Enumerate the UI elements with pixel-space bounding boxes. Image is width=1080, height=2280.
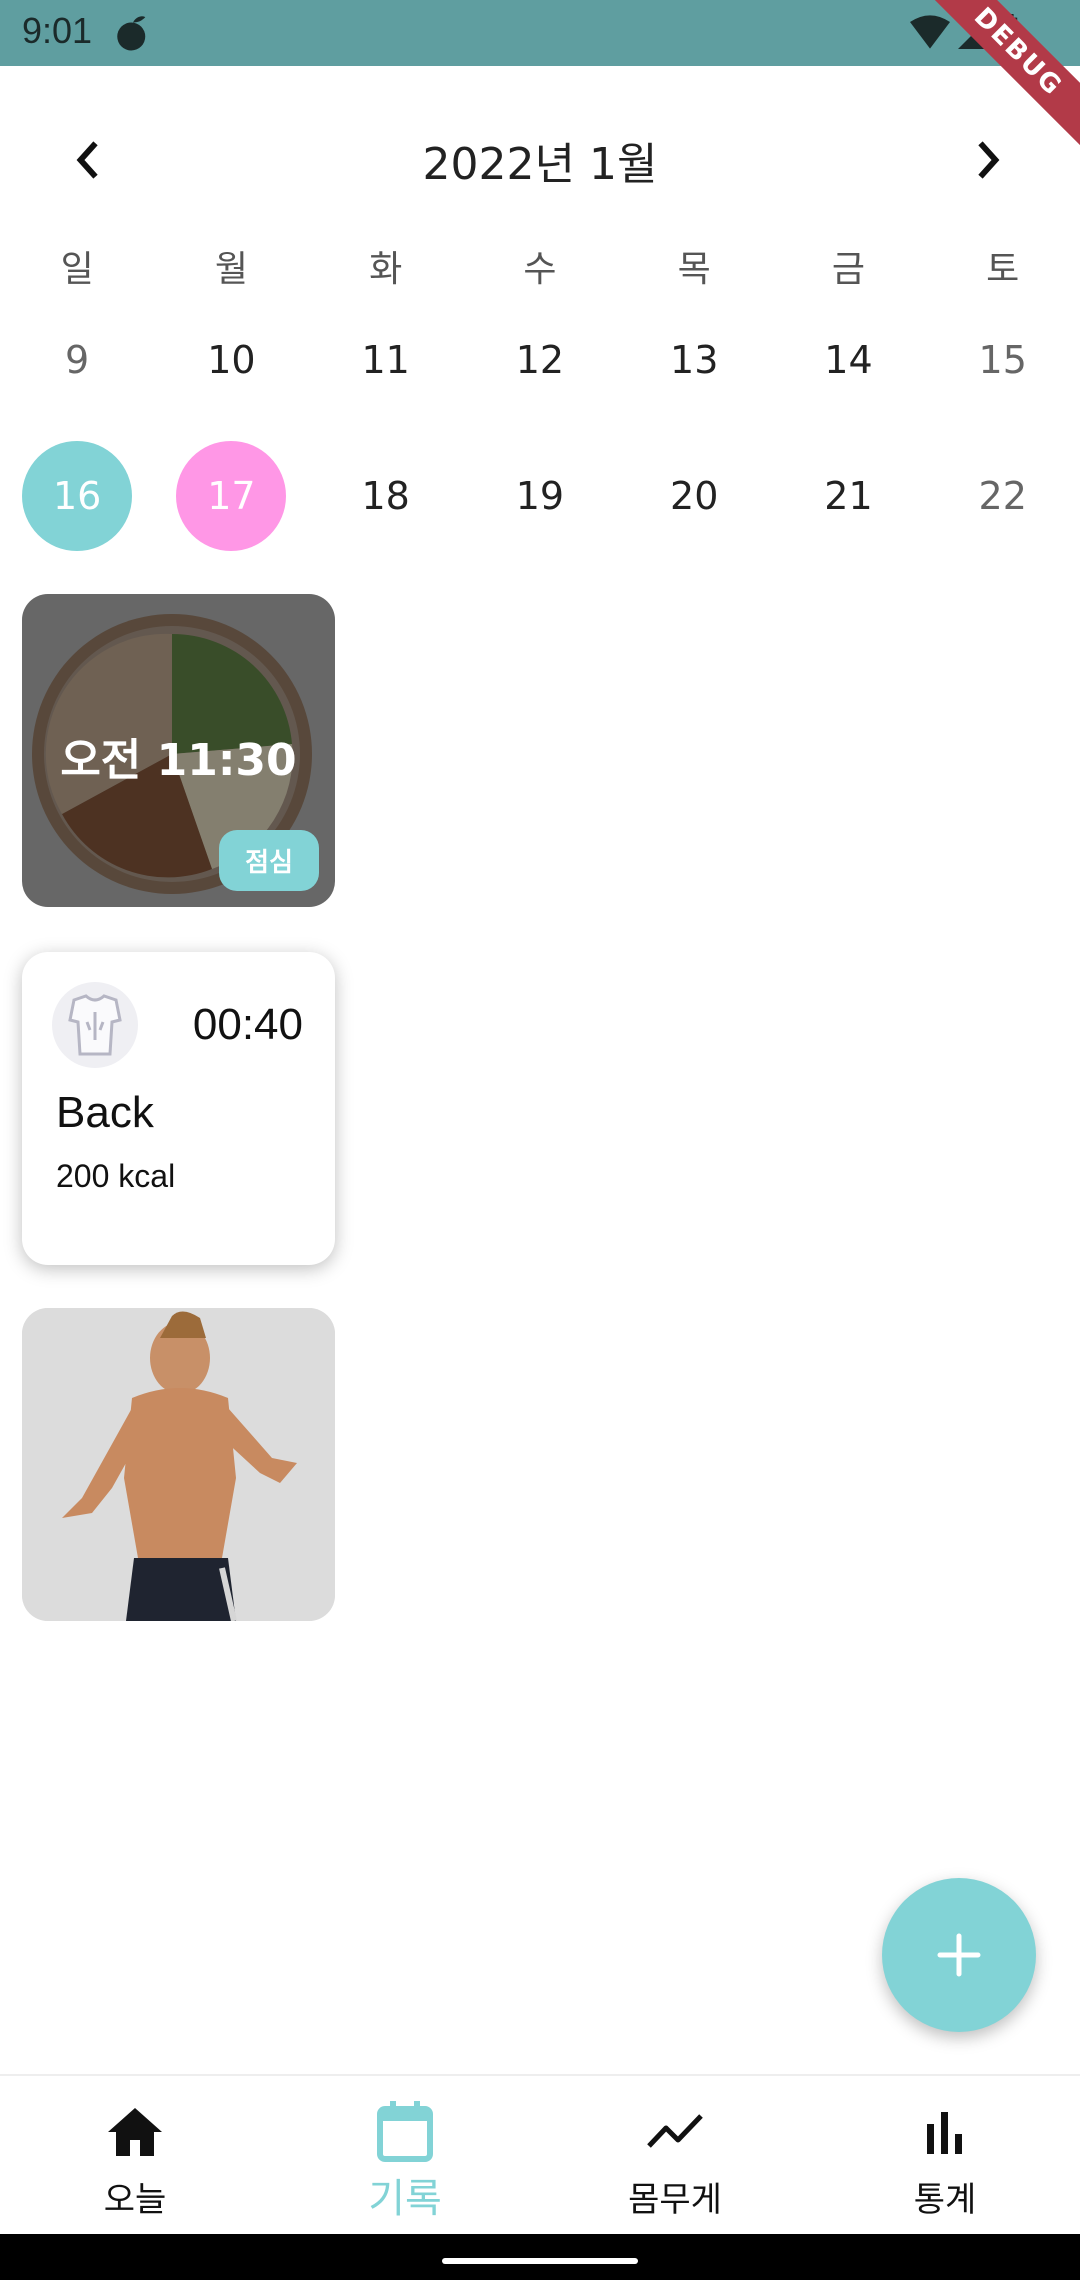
nav-label-weight: 몸무게 — [628, 2180, 722, 2220]
nav-tab-records[interactable]: 기록 — [270, 2076, 540, 2236]
calendar-day[interactable]: 11 — [309, 330, 463, 390]
calendar-day[interactable]: 19 — [463, 440, 617, 552]
home-gesture-handle[interactable] — [442, 2258, 638, 2264]
month-title: 2022년 1월 — [422, 139, 658, 190]
calendar-week-row: 9 10 11 12 13 14 15 — [0, 330, 1080, 390]
next-month-button[interactable] — [956, 128, 1020, 192]
selected-day-marker: 17 — [176, 441, 287, 551]
body-photo-card[interactable] — [22, 1308, 335, 1621]
chevron-right-icon — [978, 141, 1000, 179]
weekday-tue: 화 — [369, 249, 403, 290]
weekday-header-row: 일 월 화 수 목 금 토 — [0, 240, 1080, 300]
nav-label-records: 기록 — [368, 2176, 442, 2222]
exercise-record-card[interactable]: 00:40 Back 200 kcal — [22, 952, 335, 1265]
calendar-day[interactable]: 10 — [154, 330, 308, 390]
meal-type-badge: 점심 — [219, 830, 319, 891]
weekday-wed: 수 — [523, 249, 557, 290]
calendar-day[interactable]: 15 — [926, 330, 1080, 390]
weekday-thu: 목 — [677, 249, 711, 290]
calendar-day-today[interactable]: 16 — [0, 440, 154, 552]
bottom-navigation: 오늘 기록 몸무게 통계 — [0, 2074, 1080, 2236]
today-marker: 16 — [22, 441, 133, 551]
home-icon — [105, 2102, 165, 2162]
meal-record-card[interactable]: 오전 11:30 점심 — [22, 594, 335, 907]
app-notification-icon — [117, 16, 146, 51]
nav-tab-stats[interactable]: 통계 — [810, 2076, 1080, 2236]
calendar-week-row: 16 17 18 19 20 21 22 — [0, 440, 1080, 560]
calendar-day[interactable]: 9 — [0, 330, 154, 390]
weekday-fri: 금 — [831, 249, 866, 290]
status-time: 9:01 — [22, 10, 93, 51]
system-gesture-bar — [0, 2234, 1080, 2280]
plus-icon — [937, 1933, 981, 1977]
bar-chart-icon — [915, 2102, 975, 2162]
status-bar: 9:01 — [0, 0, 1080, 66]
exercise-calories: 200 kcal — [56, 1158, 176, 1194]
exercise-duration: 00:40 — [192, 1000, 303, 1049]
nav-tab-weight[interactable]: 몸무게 — [540, 2076, 810, 2236]
calendar-day[interactable]: 18 — [309, 440, 463, 552]
calendar-day[interactable]: 21 — [771, 440, 925, 552]
nav-label-stats: 통계 — [913, 2180, 977, 2220]
calendar-icon — [375, 2101, 435, 2162]
calendar-header: 2022년 1월 — [0, 110, 1080, 210]
calendar-day-selected[interactable]: 17 — [154, 440, 308, 552]
nav-tab-today[interactable]: 오늘 — [0, 2076, 270, 2236]
calendar-day[interactable]: 20 — [617, 440, 771, 552]
trend-line-icon — [645, 2102, 705, 2162]
meal-time: 오전 11:30 — [60, 735, 297, 786]
calendar-day[interactable]: 22 — [926, 440, 1080, 552]
wifi-icon — [910, 15, 950, 49]
calendar-day[interactable]: 13 — [617, 330, 771, 390]
calendar-day[interactable]: 12 — [463, 330, 617, 390]
weekday-sun: 일 — [60, 249, 94, 290]
weekday-sat: 토 — [986, 249, 1020, 290]
exercise-name: Back — [56, 1088, 154, 1137]
back-muscle-icon — [52, 982, 138, 1068]
add-record-button[interactable] — [882, 1878, 1036, 2032]
nav-label-today: 오늘 — [103, 2180, 167, 2220]
calendar-day[interactable]: 14 — [771, 330, 925, 390]
body-photo-image — [22, 1308, 335, 1621]
weekday-mon: 월 — [214, 249, 248, 290]
